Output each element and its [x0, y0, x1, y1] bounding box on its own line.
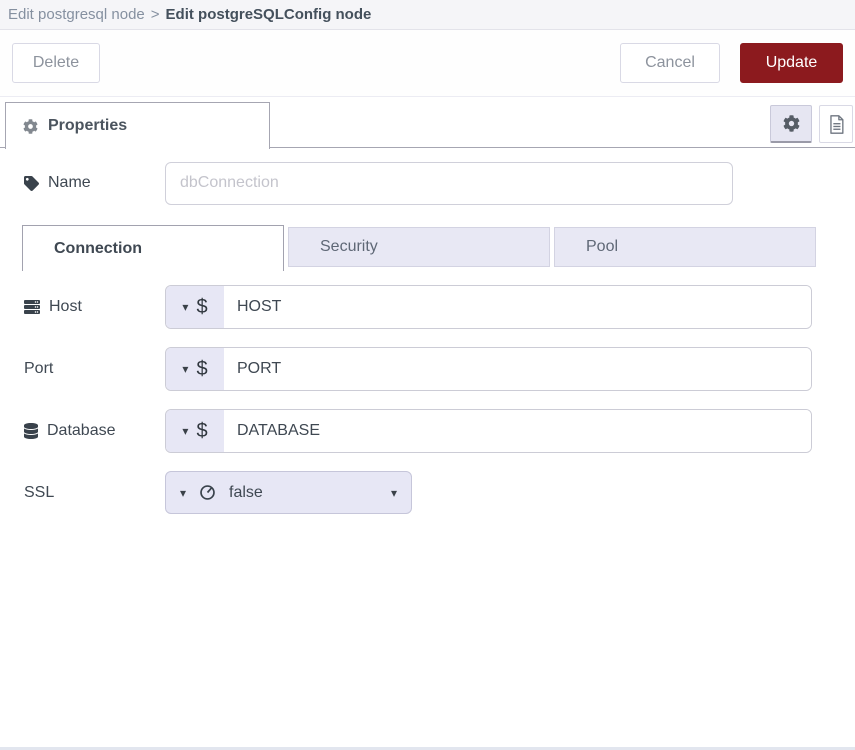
name-field-row: Name — [24, 161, 831, 205]
dialog-toolbar: Delete Cancel Update — [0, 30, 855, 97]
node-docs-button[interactable] — [819, 105, 853, 143]
properties-tab-label: Properties — [48, 117, 127, 135]
tag-icon — [24, 176, 39, 191]
port-label: Port — [24, 360, 165, 378]
gear-icon — [783, 115, 800, 132]
database-label: Database — [24, 422, 165, 440]
port-typed-input: ▾ $ — [165, 347, 812, 391]
gear-icon — [23, 119, 38, 134]
caret-down-icon: ▾ — [182, 301, 188, 313]
host-typed-input: ▾ $ — [165, 285, 812, 329]
caret-down-icon: ▾ — [182, 425, 188, 437]
editor-tabstrip: Properties — [0, 97, 855, 148]
name-label-text: Name — [48, 174, 91, 192]
caret-down-icon: ▾ — [182, 363, 188, 375]
ssl-value: false — [229, 484, 263, 502]
node-edit-form: Name Connection Security Pool Host ▾ $ P… — [0, 148, 855, 514]
name-input[interactable] — [165, 162, 733, 205]
node-settings-button[interactable] — [770, 105, 812, 143]
breadcrumb-parent-link[interactable]: Edit postgresql node — [8, 6, 145, 23]
breadcrumb-current: Edit postgreSQLConfig node — [166, 6, 372, 23]
caret-down-icon: ▾ — [180, 487, 186, 499]
database-input[interactable] — [224, 410, 811, 452]
tab-properties[interactable]: Properties — [5, 102, 270, 149]
ssl-field-row: SSL ▾ false ▾ — [24, 471, 831, 514]
section-tabs: Connection Security Pool — [22, 225, 831, 271]
tab-connection[interactable]: Connection — [22, 225, 284, 271]
env-var-type-symbol: $ — [196, 296, 207, 319]
port-label-text: Port — [24, 360, 53, 378]
tab-pool[interactable]: Pool — [554, 227, 816, 267]
database-label-text: Database — [47, 422, 116, 440]
port-type-select-button[interactable]: ▾ $ — [166, 348, 224, 390]
tab-security[interactable]: Security — [288, 227, 550, 267]
breadcrumb: Edit postgresql node > Edit postgreSQLCo… — [0, 0, 855, 30]
delete-button[interactable]: Delete — [12, 43, 100, 83]
update-button[interactable]: Update — [740, 43, 843, 83]
database-type-select-button[interactable]: ▾ $ — [166, 410, 224, 452]
env-var-type-symbol: $ — [196, 358, 207, 381]
boolean-type-icon — [199, 484, 216, 501]
host-input[interactable] — [224, 286, 811, 328]
ssl-select[interactable]: ▾ false ▾ — [165, 471, 412, 514]
host-label: Host — [24, 298, 165, 316]
port-input[interactable] — [224, 348, 811, 390]
host-field-row: Host ▾ $ — [24, 285, 831, 329]
breadcrumb-separator: > — [151, 6, 160, 23]
database-icon — [24, 423, 38, 439]
database-typed-input: ▾ $ — [165, 409, 812, 453]
host-label-text: Host — [49, 298, 82, 316]
name-label: Name — [24, 174, 165, 192]
ssl-label: SSL — [24, 484, 165, 502]
database-field-row: Database ▾ $ — [24, 409, 831, 453]
caret-down-icon: ▾ — [391, 487, 397, 499]
env-var-type-symbol: $ — [196, 420, 207, 443]
document-icon — [827, 114, 846, 135]
host-type-select-button[interactable]: ▾ $ — [166, 286, 224, 328]
port-field-row: Port ▾ $ — [24, 347, 831, 391]
ssl-label-text: SSL — [24, 484, 54, 502]
server-icon — [24, 299, 40, 315]
cancel-button[interactable]: Cancel — [620, 43, 720, 83]
